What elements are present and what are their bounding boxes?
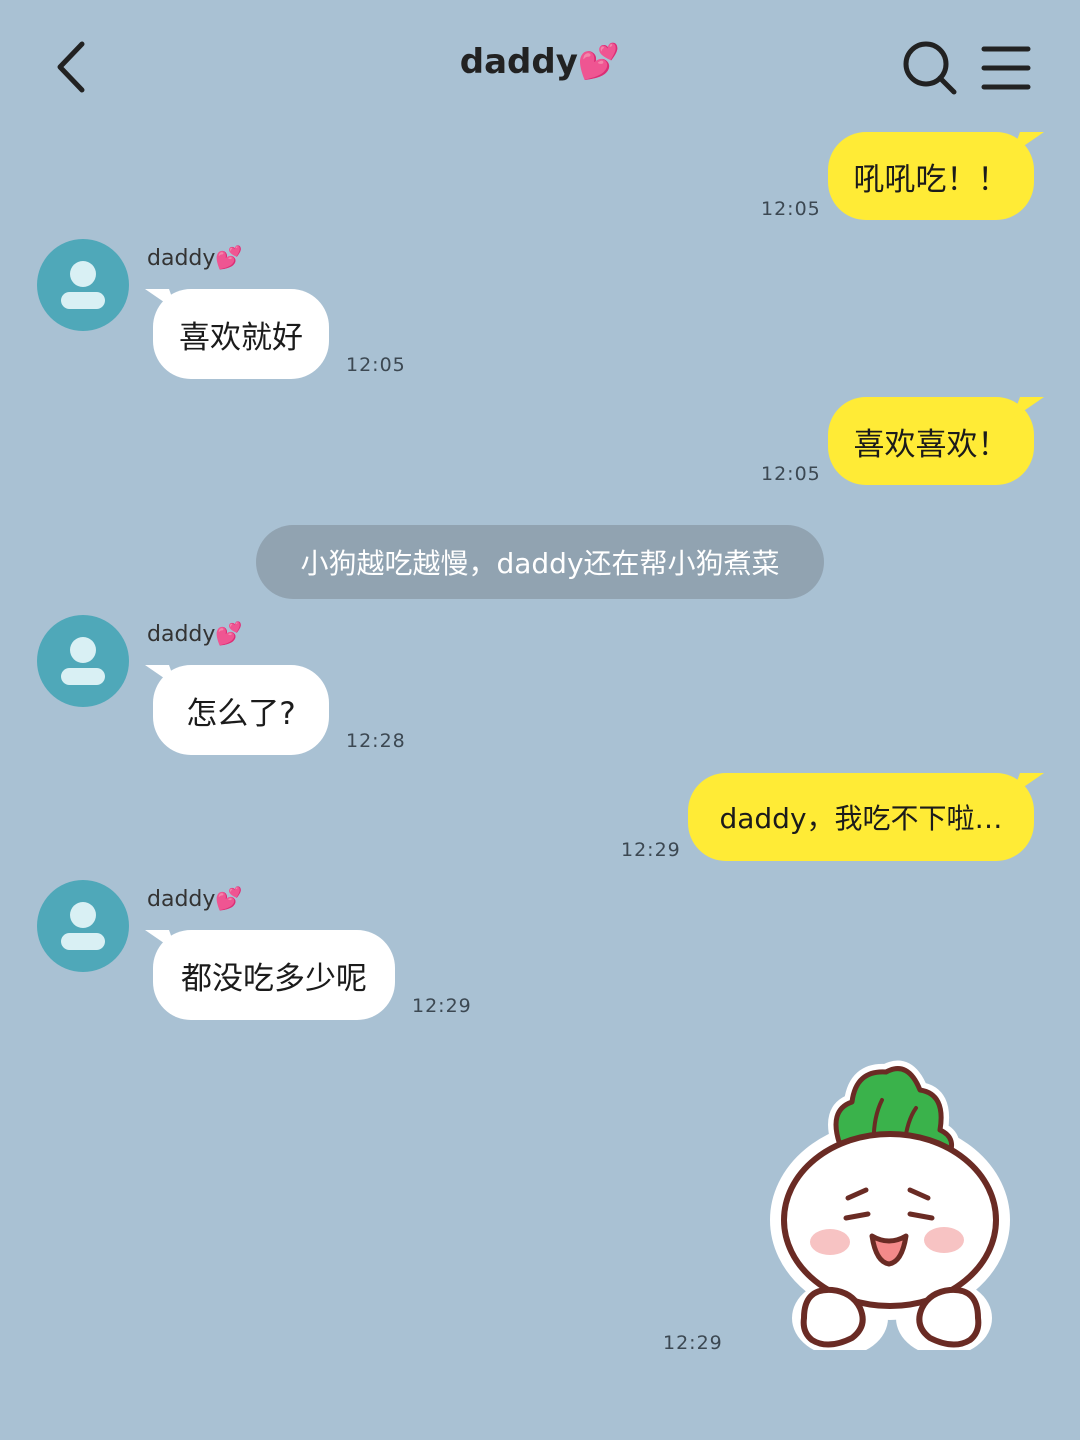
- incoming-message-bubble[interactable]: 都没吃多少呢: [153, 930, 395, 1020]
- sender-name: daddy💕: [147, 887, 243, 912]
- menu-icon: [981, 46, 1031, 90]
- sender-name: daddy💕: [147, 622, 243, 647]
- message-text: 吼吼吃！！: [853, 161, 1009, 198]
- incoming-message-bubble[interactable]: 喜欢就好: [153, 289, 329, 379]
- menu-button[interactable]: [978, 40, 1034, 96]
- avatar[interactable]: [37, 239, 129, 331]
- turnip-sticker-icon: [770, 1060, 1010, 1356]
- outgoing-message-bubble[interactable]: 喜欢喜欢！: [828, 397, 1034, 485]
- message-timestamp: 12:29: [412, 995, 472, 1017]
- avatar[interactable]: [37, 880, 129, 972]
- person-icon: [61, 261, 105, 309]
- search-button[interactable]: [900, 38, 960, 98]
- search-icon: [903, 41, 957, 95]
- message-text: 喜欢就好: [179, 319, 303, 356]
- message-timestamp: 12:05: [346, 354, 406, 376]
- person-icon: [61, 902, 105, 950]
- message-text: 都没吃多少呢: [181, 960, 367, 997]
- message-timestamp: 12:29: [663, 1332, 723, 1354]
- person-icon: [61, 637, 105, 685]
- system-notice: 小狗越吃越慢，daddy还在帮小狗煮菜: [256, 525, 824, 599]
- sender-name: daddy💕: [147, 246, 243, 271]
- chat-header: daddy💕: [0, 0, 1080, 135]
- message-text: 怎么了?: [186, 695, 296, 732]
- message-text: daddy，我吃不下啦…: [719, 802, 1003, 835]
- message-text: 喜欢喜欢！: [853, 426, 1009, 463]
- turnip-sticker[interactable]: [768, 1050, 1012, 1356]
- incoming-message-bubble[interactable]: 怎么了?: [153, 665, 329, 755]
- outgoing-message-bubble[interactable]: daddy，我吃不下啦…: [688, 773, 1034, 861]
- avatar[interactable]: [37, 615, 129, 707]
- message-timestamp: 12:29: [621, 839, 681, 861]
- system-notice-text: 小狗越吃越慢，daddy还在帮小狗煮菜: [300, 547, 780, 580]
- message-timestamp: 12:05: [761, 463, 821, 485]
- message-timestamp: 12:28: [346, 730, 406, 752]
- message-timestamp: 12:05: [761, 198, 821, 220]
- outgoing-message-bubble[interactable]: 吼吼吃！！: [828, 132, 1034, 220]
